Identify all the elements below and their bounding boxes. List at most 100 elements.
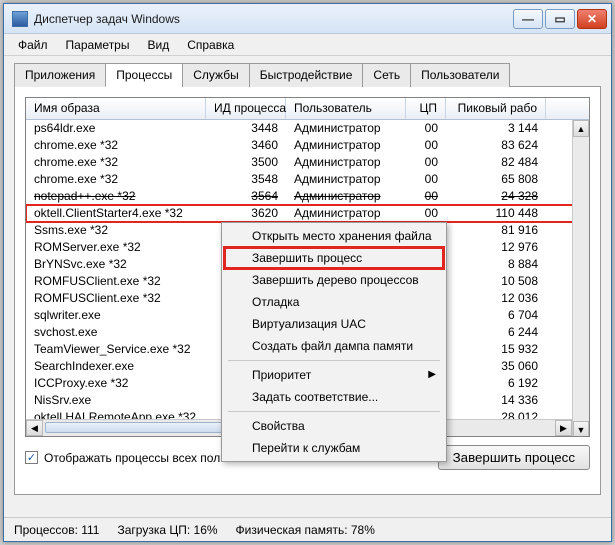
minimize-button[interactable]: —	[513, 9, 543, 29]
cell-cpu: 00	[406, 205, 446, 222]
col-pid-header[interactable]: ИД процесса	[206, 98, 286, 119]
tab-users[interactable]: Пользователи	[410, 63, 510, 87]
scroll-right-icon[interactable]: ▶	[555, 420, 572, 436]
col-image-header[interactable]: Имя образа	[26, 98, 206, 119]
cell-mem: 110 448	[446, 205, 546, 222]
cell-mem: 12 036	[446, 290, 546, 307]
menu-help[interactable]: Справка	[179, 36, 242, 54]
tab-performance[interactable]: Быстродействие	[249, 63, 364, 87]
context-item[interactable]: Свойства	[224, 415, 444, 437]
tab-network[interactable]: Сеть	[362, 63, 411, 87]
context-separator	[228, 360, 440, 361]
cell-name: BrYNSvc.exe *32	[26, 256, 206, 273]
context-item[interactable]: Создать файл дампа памяти	[224, 335, 444, 357]
cell-name: chrome.exe *32	[26, 154, 206, 171]
cell-pid: 3500	[206, 154, 286, 171]
context-item[interactable]: Приоритет▶	[224, 364, 444, 386]
status-cpu: Загрузка ЦП: 16%	[117, 523, 217, 537]
end-process-button[interactable]: Завершить процесс	[438, 445, 590, 470]
cell-mem: 3 144	[446, 120, 546, 137]
cell-pid: 3620	[206, 205, 286, 222]
cell-user: Администратор	[286, 188, 406, 205]
tab-services[interactable]: Службы	[182, 63, 249, 87]
menu-file[interactable]: Файл	[10, 36, 56, 54]
context-item[interactable]: Открыть место хранения файла	[224, 225, 444, 247]
cell-name: ROMFUSClient.exe *32	[26, 290, 206, 307]
window-controls: — ▭ ✕	[513, 9, 607, 29]
cell-name: notepad++.exe *32	[26, 188, 206, 205]
cell-name: NisSrv.exe	[26, 392, 206, 409]
cell-cpu: 00	[406, 171, 446, 188]
cell-name: TeamViewer_Service.exe *32	[26, 341, 206, 358]
context-item[interactable]: Перейти к службам	[224, 437, 444, 459]
cell-mem: 8 884	[446, 256, 546, 273]
cell-pid: 3564	[206, 188, 286, 205]
cell-name: ps64ldr.exe	[26, 120, 206, 137]
cell-name: Ssms.exe *32	[26, 222, 206, 239]
tabs: Приложения Процессы Службы Быстродействи…	[14, 62, 601, 87]
menubar: Файл Параметры Вид Справка	[4, 34, 611, 56]
tab-applications[interactable]: Приложения	[14, 63, 106, 87]
scroll-down-icon[interactable]: ▼	[573, 421, 589, 437]
context-item[interactable]: Завершить процесс	[224, 247, 444, 269]
col-mem-header[interactable]: Пиковый рабо	[446, 98, 546, 119]
cell-mem: 6 192	[446, 375, 546, 392]
cell-mem: 15 932	[446, 341, 546, 358]
cell-user: Администратор	[286, 171, 406, 188]
context-item[interactable]: Завершить дерево процессов	[224, 269, 444, 291]
scroll-left-icon[interactable]: ◀	[26, 420, 43, 436]
context-item[interactable]: Отладка	[224, 291, 444, 313]
cell-cpu: 00	[406, 120, 446, 137]
status-memory: Физическая память: 78%	[236, 523, 375, 537]
cell-name: ICCProxy.exe *32	[26, 375, 206, 392]
cell-name: svchost.exe	[26, 324, 206, 341]
cell-mem: 12 976	[446, 239, 546, 256]
tab-processes[interactable]: Процессы	[105, 63, 183, 87]
vertical-scrollbar[interactable]: ▲ ▼	[572, 120, 589, 437]
cell-mem: 81 916	[446, 222, 546, 239]
scroll-up-icon[interactable]: ▲	[573, 120, 589, 137]
menu-view[interactable]: Вид	[139, 36, 177, 54]
cell-cpu: 00	[406, 137, 446, 154]
cell-user: Администратор	[286, 120, 406, 137]
table-row[interactable]: notepad++.exe *323564Администратор0024 3…	[26, 188, 589, 205]
cell-mem: 65 808	[446, 171, 546, 188]
cell-name: ROMFUSClient.exe *32	[26, 273, 206, 290]
cell-name: ROMServer.exe *32	[26, 239, 206, 256]
cell-cpu: 00	[406, 188, 446, 205]
table-row[interactable]: ps64ldr.exe3448Администратор003 144	[26, 120, 589, 137]
show-all-checkbox[interactable]: ✓	[25, 451, 38, 464]
cell-mem: 24 328	[446, 188, 546, 205]
cell-mem: 35 060	[446, 358, 546, 375]
context-item[interactable]: Виртуализация UAC	[224, 313, 444, 335]
task-manager-window: Диспетчер задач Windows — ▭ ✕ Файл Парам…	[3, 3, 612, 542]
cell-pid: 3548	[206, 171, 286, 188]
menu-options[interactable]: Параметры	[58, 36, 138, 54]
table-row[interactable]: chrome.exe *323548Администратор0065 808	[26, 171, 589, 188]
cell-mem: 83 624	[446, 137, 546, 154]
cell-mem: 82 484	[446, 154, 546, 171]
maximize-button[interactable]: ▭	[545, 9, 575, 29]
cell-name: chrome.exe *32	[26, 137, 206, 154]
table-row[interactable]: oktell.ClientStarter4.exe *323620Админис…	[26, 205, 589, 222]
submenu-arrow-icon: ▶	[428, 369, 436, 380]
col-user-header[interactable]: Пользователь	[286, 98, 406, 119]
cell-user: Администратор	[286, 137, 406, 154]
app-icon	[12, 11, 28, 27]
table-row[interactable]: chrome.exe *323460Администратор0083 624	[26, 137, 589, 154]
context-item[interactable]: Задать соответствие...	[224, 386, 444, 408]
titlebar[interactable]: Диспетчер задач Windows — ▭ ✕	[4, 4, 611, 34]
cell-name: sqlwriter.exe	[26, 307, 206, 324]
cell-name: oktell.ClientStarter4.exe *32	[26, 205, 206, 222]
table-row[interactable]: chrome.exe *323500Администратор0082 484	[26, 154, 589, 171]
context-menu: Открыть место хранения файлаЗавершить пр…	[221, 222, 447, 462]
cell-user: Администратор	[286, 205, 406, 222]
cell-mem: 10 508	[446, 273, 546, 290]
cell-mem: 14 336	[446, 392, 546, 409]
col-cpu-header[interactable]: ЦП	[406, 98, 446, 119]
statusbar: Процессов: 111 Загрузка ЦП: 16% Физическ…	[4, 517, 611, 541]
close-button[interactable]: ✕	[577, 9, 607, 29]
cell-mem: 6 244	[446, 324, 546, 341]
cell-cpu: 00	[406, 154, 446, 171]
cell-pid: 3448	[206, 120, 286, 137]
